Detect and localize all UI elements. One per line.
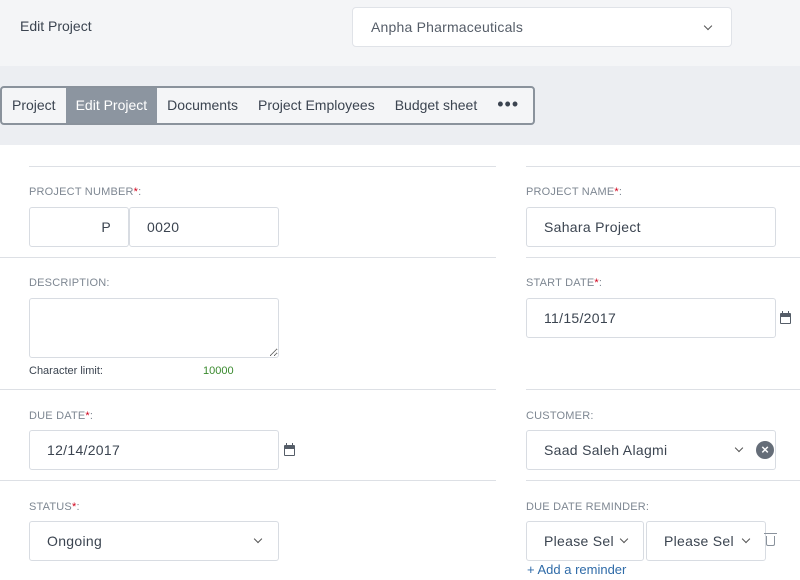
trash-icon[interactable] bbox=[764, 533, 777, 546]
description-label: DESCRIPTION: bbox=[29, 277, 110, 289]
tab-project[interactable]: Project bbox=[2, 88, 66, 123]
add-reminder-link[interactable]: + Add a reminder bbox=[527, 562, 626, 577]
status-select[interactable]: Ongoing bbox=[29, 521, 279, 561]
start-date-field[interactable]: 11/15/2017 bbox=[526, 298, 776, 338]
status-label: STATUS*: bbox=[29, 501, 80, 513]
divider bbox=[526, 257, 800, 258]
chevron-down-icon bbox=[734, 443, 744, 453]
due-date-field[interactable]: 12/14/2017 bbox=[29, 430, 279, 470]
project-name-label: PROJECT NAME*: bbox=[526, 186, 623, 198]
divider bbox=[526, 480, 800, 481]
divider bbox=[0, 389, 496, 390]
character-limit-label: Character limit: bbox=[29, 365, 103, 377]
description-field[interactable] bbox=[29, 298, 279, 358]
reminder-unit-select[interactable]: Please Sel bbox=[646, 521, 766, 561]
company-select-value: Anpha Pharmaceuticals bbox=[371, 19, 524, 35]
chevron-down-icon bbox=[741, 534, 751, 544]
page-title: Edit Project bbox=[20, 18, 92, 34]
tab-bar: Project Edit Project Documents Project E… bbox=[0, 86, 536, 125]
chevron-down-icon bbox=[619, 534, 629, 544]
project-name-field[interactable]: Sahara Project bbox=[526, 207, 776, 247]
project-number-label: PROJECT NUMBER*: bbox=[29, 186, 142, 198]
character-limit-value: 10000 bbox=[203, 365, 234, 377]
due-date-label: DUE DATE*: bbox=[29, 410, 94, 422]
divider bbox=[0, 480, 496, 481]
customer-label: CUSTOMER: bbox=[526, 410, 594, 422]
calendar-icon[interactable] bbox=[284, 443, 295, 456]
due-date-reminder-label: DUE DATE REMINDER: bbox=[526, 501, 650, 513]
start-date-label: START DATE*: bbox=[526, 277, 603, 289]
clear-icon[interactable]: × bbox=[756, 441, 774, 459]
divider bbox=[29, 166, 496, 167]
tab-edit-project[interactable]: Edit Project bbox=[65, 88, 158, 123]
more-tabs-button[interactable]: ••• bbox=[487, 88, 533, 123]
divider bbox=[0, 257, 496, 258]
company-select[interactable]: Anpha Pharmaceuticals bbox=[352, 7, 732, 47]
project-number-prefix-field[interactable]: P bbox=[29, 207, 129, 247]
chevron-down-icon bbox=[253, 534, 263, 544]
divider bbox=[526, 389, 800, 390]
tab-project-employees[interactable]: Project Employees bbox=[248, 88, 385, 123]
project-number-field[interactable]: 0020 bbox=[129, 207, 279, 247]
reminder-amount-select[interactable]: Please Sel bbox=[526, 521, 644, 561]
tab-budget-sheet[interactable]: Budget sheet bbox=[385, 88, 488, 123]
calendar-icon[interactable] bbox=[780, 311, 791, 324]
customer-select[interactable]: Saad Saleh Alagmi × bbox=[526, 430, 776, 470]
chevron-down-icon bbox=[703, 21, 713, 31]
tab-documents[interactable]: Documents bbox=[157, 88, 248, 123]
divider bbox=[526, 166, 800, 167]
